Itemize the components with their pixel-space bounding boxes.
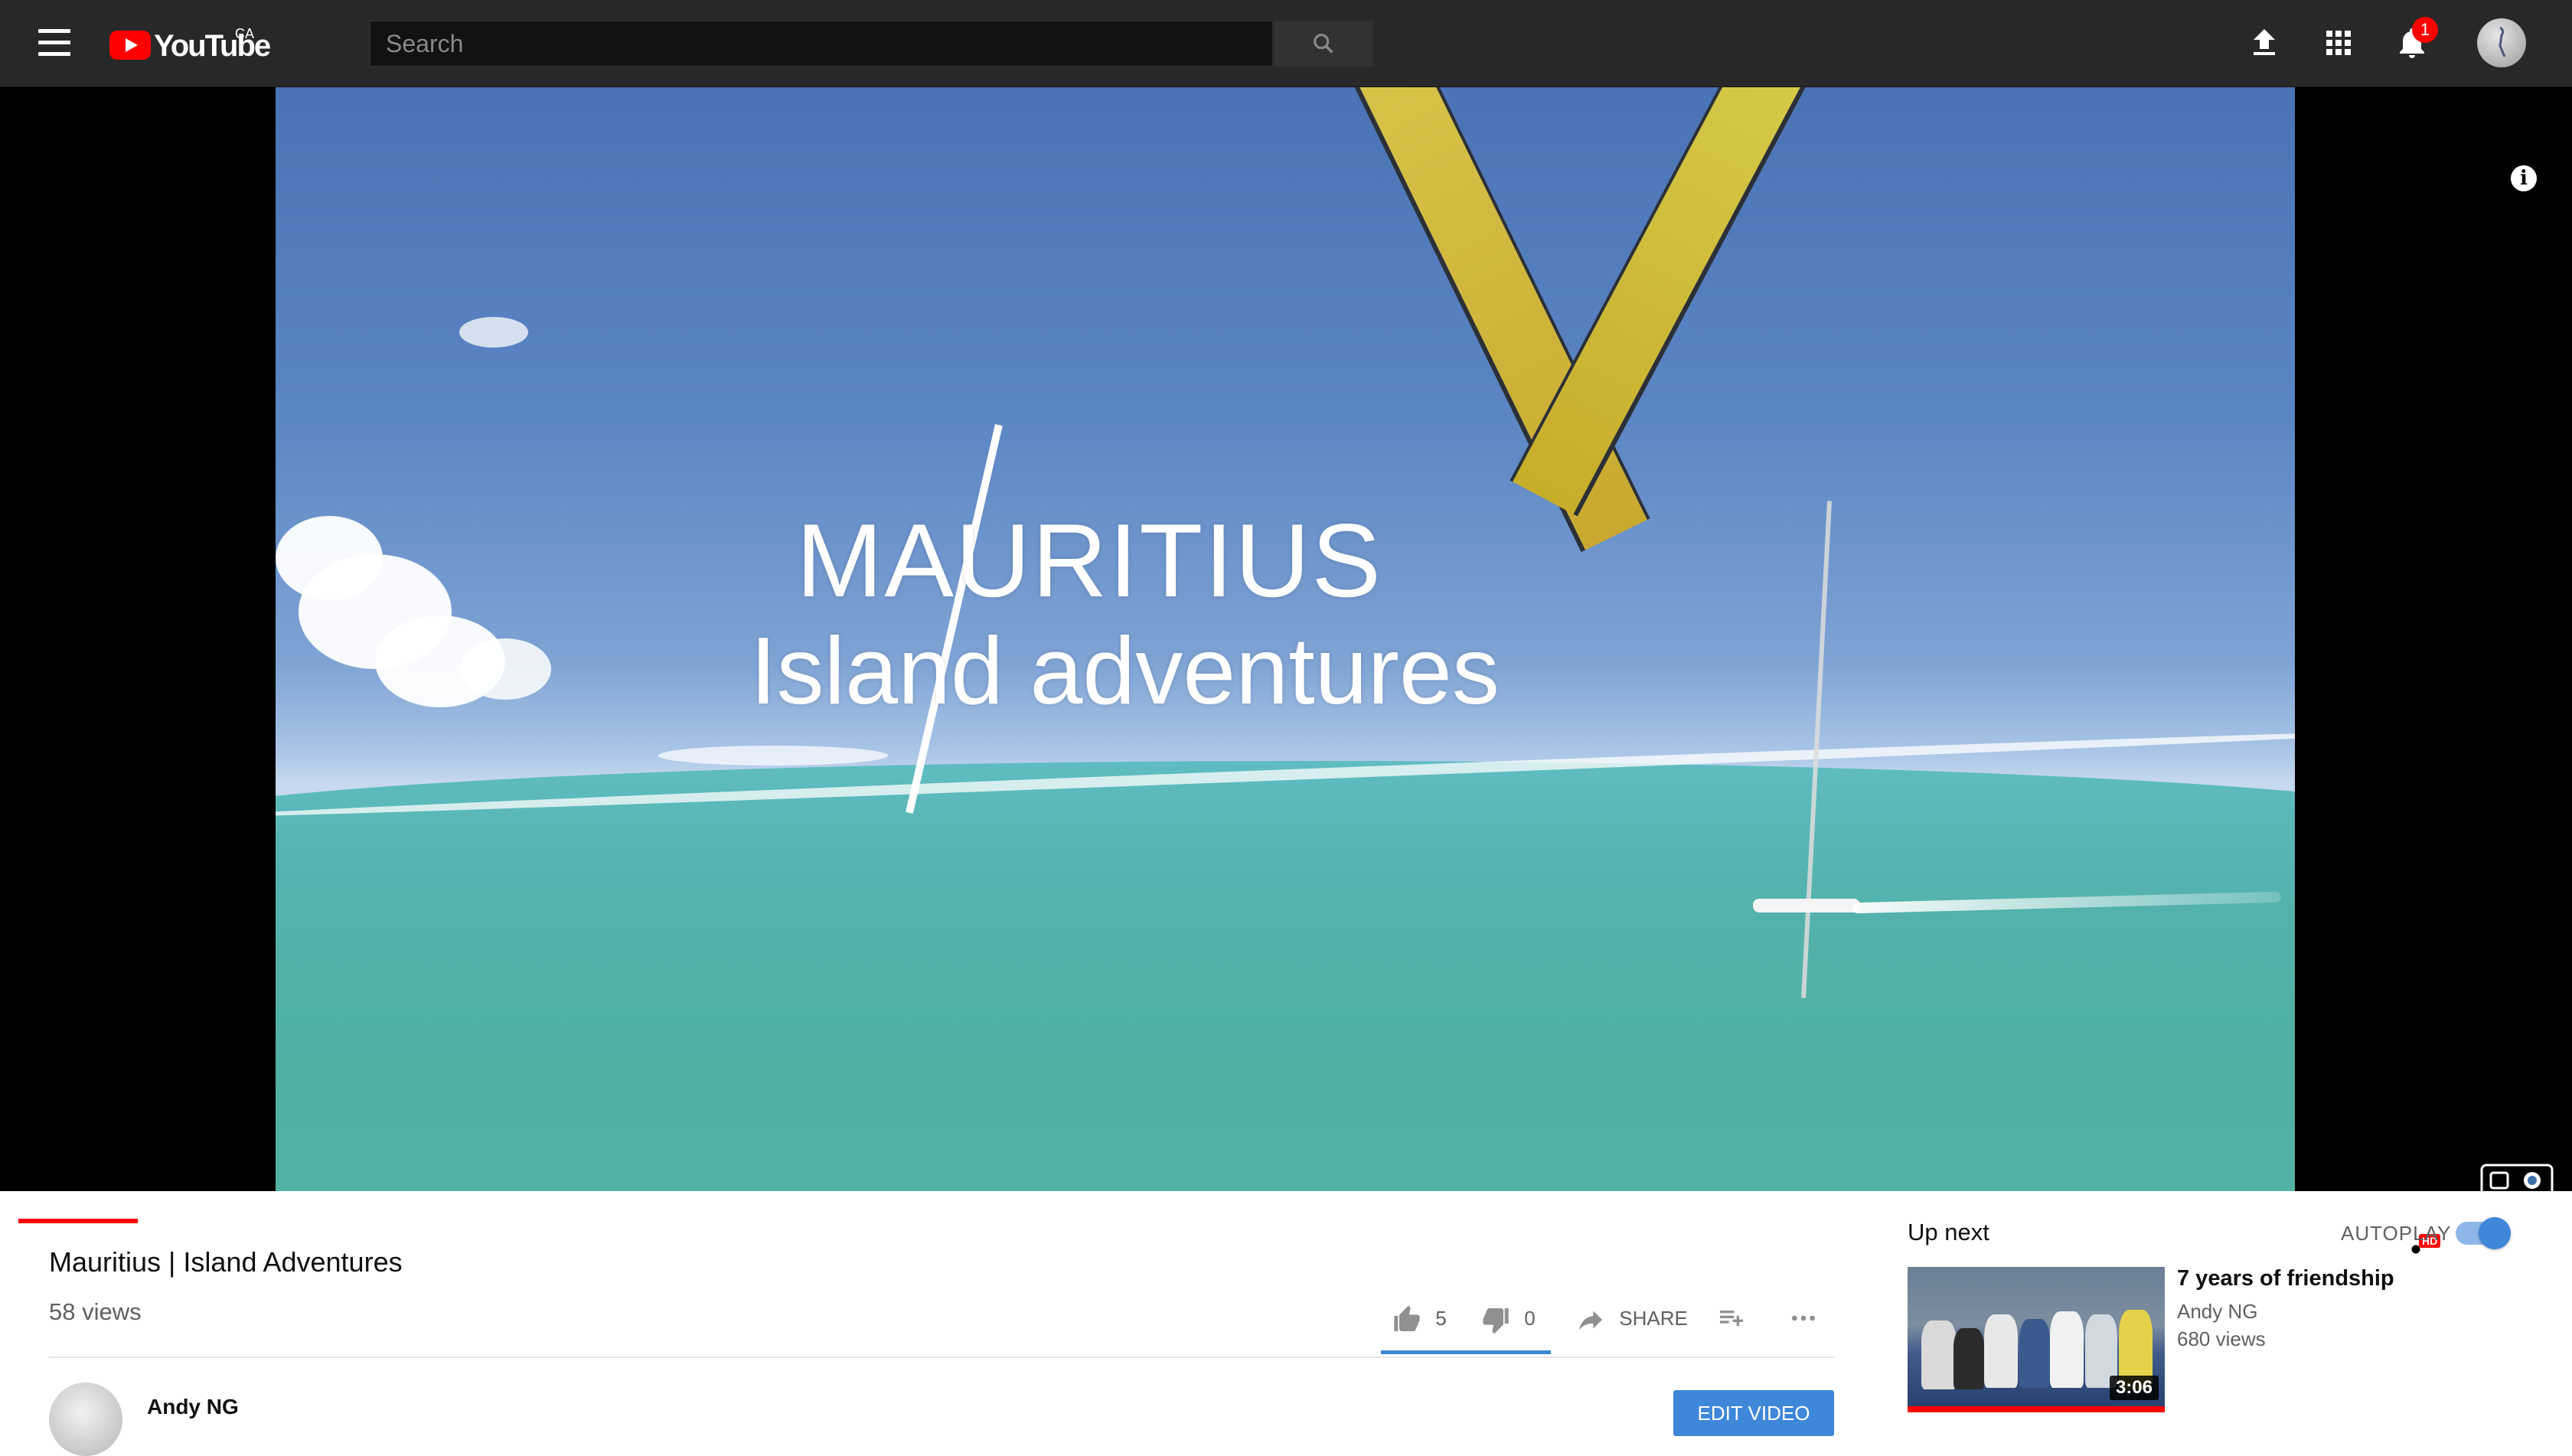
menu-icon[interactable] — [38, 29, 70, 57]
country-code: CA — [235, 26, 255, 41]
share-button[interactable]: SHARE — [1575, 1301, 1688, 1335]
channel-avatar[interactable] — [49, 1383, 122, 1456]
like-button[interactable]: 5 — [1392, 1301, 1447, 1335]
view-count: 58 views — [49, 1298, 142, 1325]
sea — [276, 761, 2295, 1191]
thumbnail-watched-bar — [1908, 1406, 2165, 1412]
more-actions-icon[interactable] — [1787, 1303, 1820, 1334]
share-arrow-icon — [1579, 1311, 1602, 1330]
thumbs-down-icon — [1483, 1308, 1509, 1334]
autoplay-toggle-knob[interactable] — [2479, 1217, 2511, 1249]
apps-grid-icon[interactable] — [2320, 24, 2357, 61]
autoplay-label: AUTOPLAY — [2341, 1222, 2452, 1245]
cloud — [459, 638, 551, 700]
upload-icon[interactable] — [2246, 24, 2283, 61]
recommendation-views: 680 views — [2177, 1327, 2266, 1350]
dislike-count: 0 — [1524, 1307, 1536, 1330]
search-button[interactable] — [1274, 21, 1373, 67]
cloud — [658, 746, 888, 766]
recommendation-thumbnail[interactable]: 3:06 — [1908, 1267, 2165, 1412]
recommendation-title[interactable]: 7 years of friendship — [2177, 1266, 2394, 1291]
divider — [49, 1356, 1834, 1358]
edit-video-button[interactable]: EDIT VIDEO — [1673, 1390, 1834, 1436]
channel-watermark-icon[interactable] — [2480, 1159, 2554, 1205]
thumbnail-person — [2019, 1319, 2050, 1388]
progress-played — [18, 1219, 138, 1223]
thumbnail-person — [2050, 1311, 2084, 1388]
info-icon[interactable]: i — [2511, 165, 2537, 191]
youtube-play-icon — [109, 31, 151, 60]
thumbs-up-icon — [1394, 1305, 1420, 1332]
video-title: Mauritius | Island Adventures — [49, 1246, 403, 1278]
progress-bar[interactable] — [18, 1219, 2554, 1223]
share-label: SHARE — [1619, 1307, 1688, 1330]
add-to-playlist-icon[interactable] — [1716, 1303, 1747, 1334]
parachute-right-panel — [1510, 87, 1822, 517]
dislike-button[interactable]: 0 — [1480, 1301, 1536, 1335]
video-player[interactable]: MAURITIUS Island adventures i 0:08 / 2:5… — [0, 87, 2572, 1264]
up-next-label: Up next — [1908, 1219, 1989, 1245]
recommendation-channel: Andy NG — [2177, 1300, 2258, 1323]
overlay-title: MAURITIUS — [796, 502, 1382, 619]
thumbnail-person — [1953, 1328, 1984, 1389]
fullscreen-icon[interactable] — [2509, 1234, 2540, 1265]
account-avatar[interactable] — [2477, 18, 2526, 67]
channel-name[interactable]: Andy NG — [147, 1395, 239, 1419]
notification-badge: 1 — [2412, 17, 2438, 43]
sentiment-bar — [1381, 1350, 1551, 1354]
overlay-subtitle: Island adventures — [750, 619, 1500, 724]
like-count: 5 — [1435, 1307, 1447, 1330]
thumbnail-duration: 3:06 — [2109, 1376, 2159, 1400]
cloud — [459, 317, 528, 348]
masthead: YouTube CA Search 1 — [0, 0, 2572, 87]
boat — [1753, 899, 1860, 912]
thumbnail-person — [1921, 1321, 1957, 1389]
search-input[interactable]: Search — [370, 21, 1273, 67]
search-icon — [1314, 34, 1333, 54]
avatar-figure-icon — [2499, 26, 2506, 57]
thumbnail-person — [1984, 1314, 2018, 1388]
